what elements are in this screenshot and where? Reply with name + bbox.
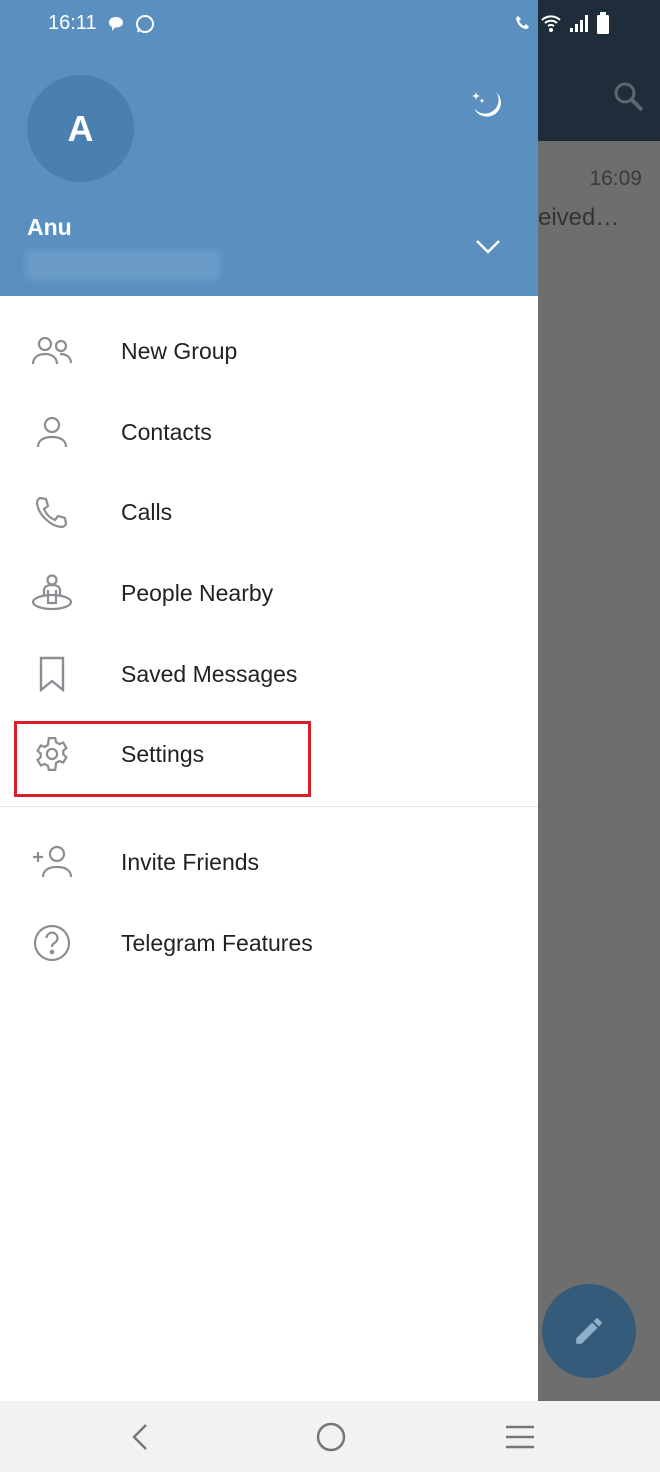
home-icon[interactable] xyxy=(315,1421,347,1453)
night-mode-icon[interactable] xyxy=(468,86,508,126)
status-bar: 16:11 xyxy=(48,12,155,35)
phone-icon xyxy=(35,496,68,529)
people-nearby-icon xyxy=(31,574,73,611)
menu-item-calls[interactable]: Calls xyxy=(0,472,538,552)
bookmark-icon xyxy=(39,656,65,692)
question-icon xyxy=(33,924,71,962)
chat-list-dimmed xyxy=(538,141,660,1401)
system-navigation-bar xyxy=(0,1401,660,1472)
menu-item-label: Telegram Features xyxy=(121,929,313,956)
person-icon xyxy=(36,416,68,448)
profile-name: Anu xyxy=(27,214,72,240)
search-icon[interactable] xyxy=(612,80,646,114)
signal-icon xyxy=(570,15,588,32)
avatar[interactable]: A xyxy=(27,75,134,182)
pencil-icon xyxy=(576,1318,602,1344)
menu-item-label: Calls xyxy=(121,498,173,525)
menu-item-saved-messages[interactable]: Saved Messages xyxy=(0,634,538,714)
menu-item-telegram-features[interactable]: Telegram Features xyxy=(0,903,538,983)
chevron-down-icon[interactable] xyxy=(474,238,502,256)
menu-item-label: Saved Messages xyxy=(121,660,298,687)
back-icon[interactable] xyxy=(128,1421,152,1453)
add-person-icon xyxy=(33,845,73,878)
menu-item-label: People Nearby xyxy=(121,579,274,606)
menu-item-label: New Group xyxy=(121,337,238,364)
menu-item-label: Invite Friends xyxy=(121,848,260,875)
chat-time: 16:09 xyxy=(589,167,642,190)
battery-icon xyxy=(597,12,609,34)
drawer-header: 16:11 A Anu xyxy=(0,0,609,296)
status-time: 16:11 xyxy=(48,12,97,34)
compose-button[interactable] xyxy=(542,1284,636,1378)
whatsapp-icon xyxy=(135,14,154,33)
chat-bubble-icon xyxy=(108,16,123,31)
menu-item-label: Contacts xyxy=(121,418,212,445)
group-icon xyxy=(31,336,73,365)
wifi-icon xyxy=(541,15,561,32)
divider xyxy=(0,806,538,807)
wifi-call-icon xyxy=(516,16,529,29)
menu-item-contacts[interactable]: Contacts xyxy=(0,392,538,472)
settings-highlight-box xyxy=(14,721,311,797)
menu-item-people-nearby[interactable]: People Nearby xyxy=(0,553,538,633)
menu-item-new-group[interactable]: New Group xyxy=(0,311,538,391)
profile-phone-redacted xyxy=(25,250,220,280)
avatar-letter: A xyxy=(67,107,94,149)
navigation-drawer: 16:11 A Anu New Group Contacts Calls Peo… xyxy=(0,0,609,1401)
chat-snippet: eived… xyxy=(538,204,620,231)
menu-item-invite-friends[interactable]: Invite Friends xyxy=(0,822,538,902)
status-icons xyxy=(514,12,610,34)
recent-apps-icon[interactable] xyxy=(504,1421,536,1453)
